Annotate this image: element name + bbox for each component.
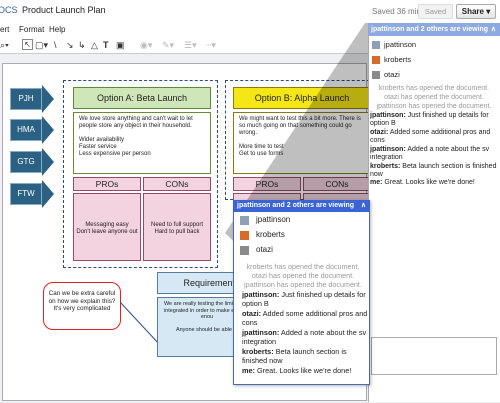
arrow-label: HMA [10,119,42,141]
system-message: otazi has opened the document. [251,271,355,280]
shape-icon[interactable]: ▢▾ [35,40,48,50]
close-icon[interactable]: ∧ [361,200,366,212]
stroke-icon[interactable]: ✎▾ [162,40,174,50]
user-color-swatch [372,71,380,79]
dash-icon[interactable]: ┄▾ [206,40,216,50]
user-color-swatch [240,246,249,255]
arrow-icon[interactable]: ↘ [66,40,74,50]
option-a-title[interactable]: Option A: Beta Launch [73,87,211,109]
saved-button[interactable]: Saved [418,4,453,19]
comment-callout[interactable]: Can we be extra careful on how we explai… [43,282,121,330]
arrow-label: PJH [10,88,42,110]
text-icon[interactable]: T [103,40,109,50]
menu-help[interactable]: Help [49,25,65,34]
image-icon[interactable]: ▣ [116,40,125,50]
chat-input[interactable] [371,337,497,375]
chat-message: jpattinson: Added a note about the sv in… [370,146,498,162]
document-title[interactable]: Product Launch Plan [22,5,106,15]
option-a-cons-header[interactable]: CONs [143,177,211,191]
system-message: kroberts has opened the document. [246,262,360,271]
viewer-name: jpattinson [256,215,291,224]
option-a-cons-body[interactable]: Need to full support Hard to pull back [143,193,211,261]
user-color-swatch [240,216,249,225]
system-message: jpattinson has opened the document. [244,280,362,289]
chat-message: otazi: Added some additional pros and co… [242,309,368,327]
viewer-name: kroberts [256,230,285,239]
option-a-pros-header[interactable]: PROs [73,177,141,191]
option-b-title[interactable]: Option B: Alpha Launch [233,87,371,109]
arrow-label: FTW [10,183,42,205]
chat-author: kroberts: [242,347,274,356]
popup-header-text: jpattinson and 2 others are viewing [237,202,355,209]
share-button[interactable]: Share ▾ [456,4,496,19]
option-b-pros-header[interactable]: PROs [233,177,301,191]
chat-message: kroberts: Beta launch section is finishe… [242,347,368,365]
weight-icon[interactable]: ☰▾ [184,40,197,50]
viewer-name: kroberts [384,55,412,64]
chat-author: jpattinson: [242,328,280,337]
chat-message: jpattinson: Just finished up details for… [370,112,498,128]
chat-header: jpattinson and 2 others are viewing ∧ [368,23,500,36]
system-message: otazi has opened the document. [384,94,484,101]
chat-message: me: Great. Looks like we're done! [370,179,498,187]
option-b-body[interactable]: We might want to test this a bit more. T… [233,112,371,174]
chat-message: kroberts: Beta launch section is finishe… [370,163,498,179]
chat-message: otazi: Added some additional pros and co… [370,129,498,145]
app-brand[interactable]: OCS [0,5,18,15]
user-color-swatch [240,231,249,240]
chat-message: jpattinson: Added a note about the sv in… [242,328,368,346]
viewer-name: otazi [256,245,273,254]
zoom-icon[interactable]: ⌕▾ [0,40,9,50]
elbow-icon[interactable]: ↳ [78,40,86,50]
viewer-name: jpattinson [384,40,417,49]
popup-header: jpattinson and 2 others are viewing ∧ [233,200,370,212]
chat-text: Added some additional pros and cons [370,129,491,144]
chat-author: jpattinson: [370,146,406,153]
fill-icon[interactable]: ◉▾ [140,40,152,50]
chat-text: Great. Looks like we're done! [254,366,352,375]
system-message: kroberts has opened the document. [378,85,490,92]
chat-author: jpattinson: [242,290,280,299]
chat-text: Great. Looks like we're done! [382,179,475,186]
chat-author: otazi: [242,309,262,318]
system-message: jpattinson has opened the document. [376,103,492,110]
chat-author: otazi: [370,129,389,136]
menu-insert[interactable]: ert [0,25,9,34]
viewer-name: otazi [384,70,400,79]
arrow-label: GTG [10,151,42,173]
line-icon[interactable]: \ [54,40,57,50]
polyline-icon[interactable]: △ [91,40,98,50]
user-color-swatch [372,41,380,49]
option-a-pros-body[interactable]: Messaging easy Don't leave anyone out [73,193,141,261]
chat-text: Added some additional pros and cons [242,309,368,327]
option-b-cons-header[interactable]: CONs [303,177,371,191]
collapse-icon[interactable]: ∧ [491,23,496,36]
chat-message: jpattinson: Just finished up details for… [242,290,368,308]
pointer-icon[interactable]: ↖ [22,39,33,50]
chat-author: me: [242,366,255,375]
menu-format[interactable]: Format [19,25,44,34]
chat-author: me: [370,179,383,186]
option-a-body[interactable]: We love store anything and can't wait to… [73,112,211,174]
chat-message: me: Great. Looks like we're done! [242,366,368,375]
chat-author: kroberts: [370,163,401,170]
chat-header-text: jpattinson and 2 others are viewing [371,26,489,33]
chat-author: jpattinson: [370,112,406,119]
user-color-swatch [372,56,380,64]
